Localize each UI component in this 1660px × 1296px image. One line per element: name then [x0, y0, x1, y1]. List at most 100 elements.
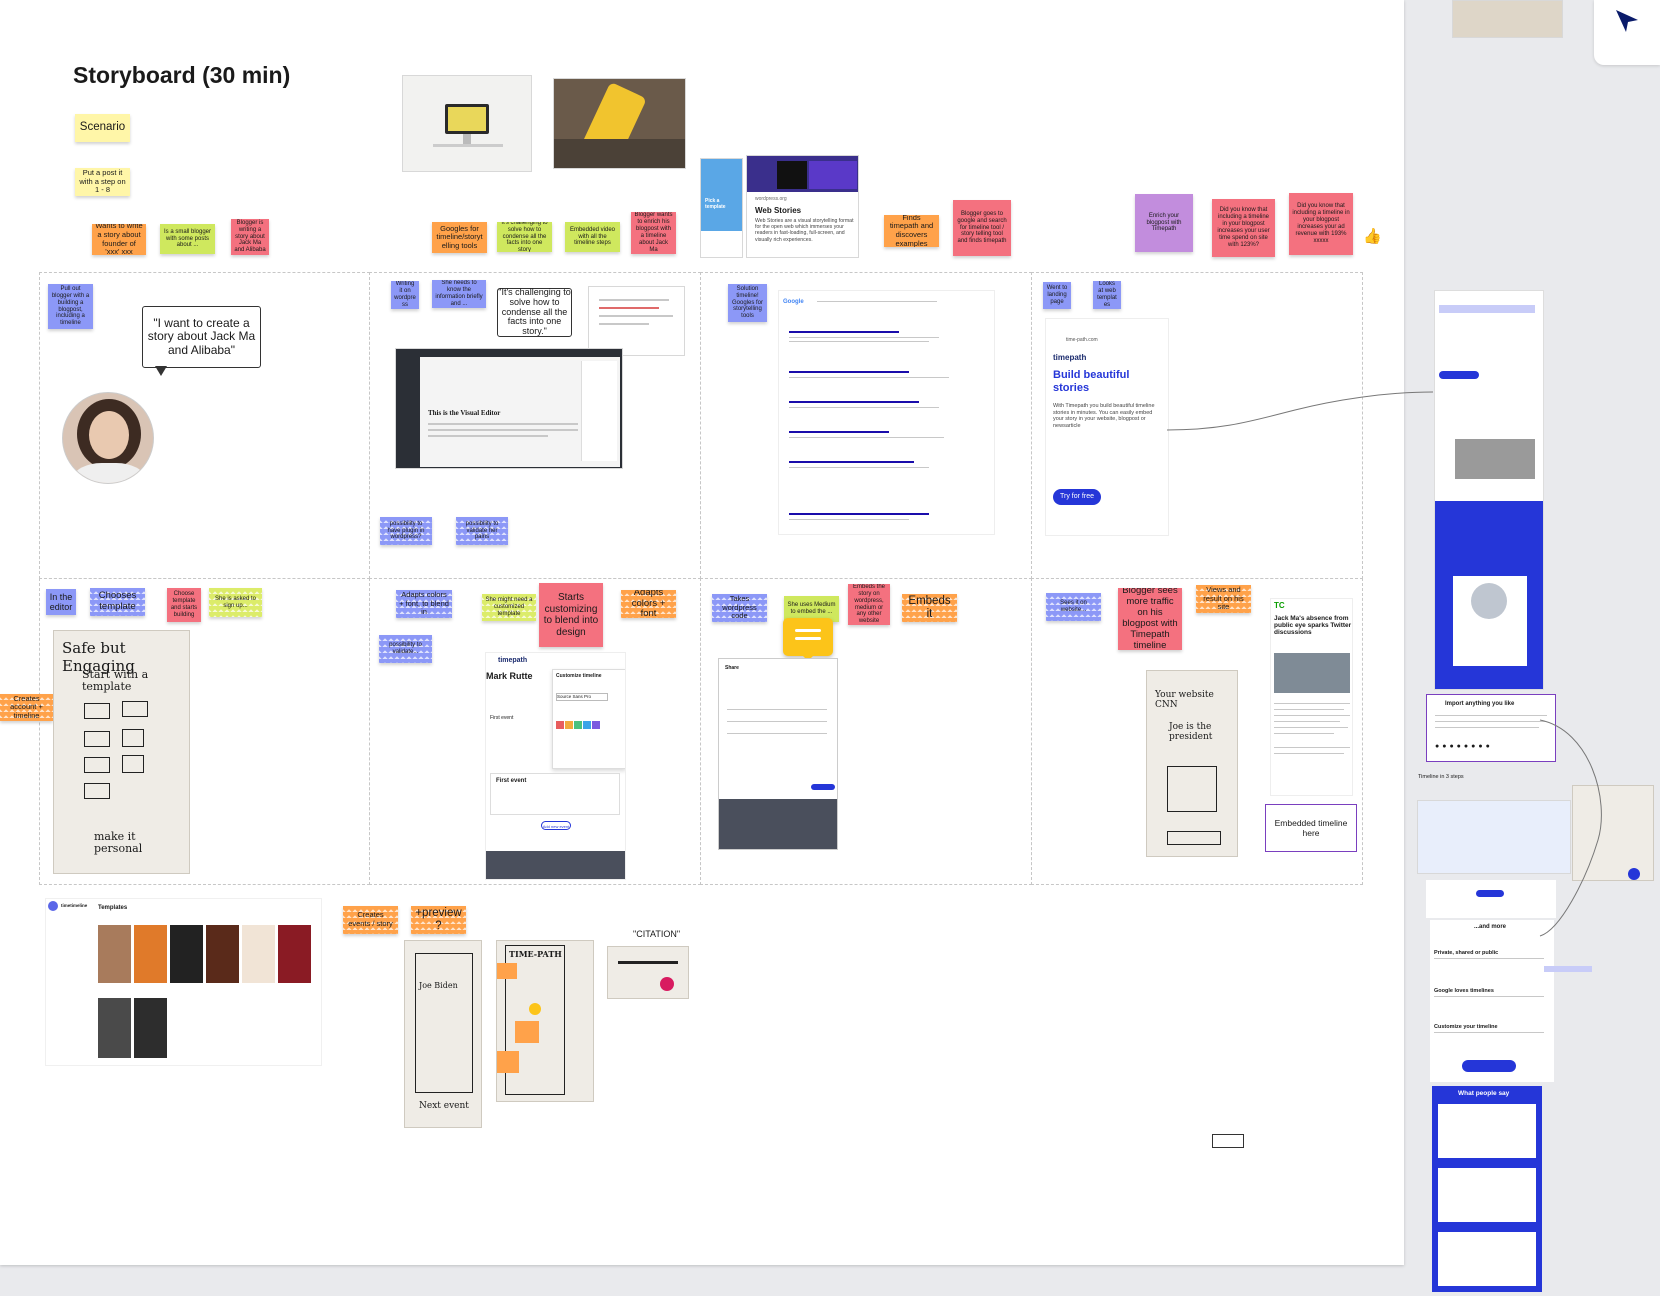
sticky-note[interactable]: She might need a customized template [482, 594, 536, 621]
sticky-note[interactable]: Pull out blogger with a building a blogp… [48, 284, 93, 329]
sticky-note[interactable]: Blogger is writing a story about Jack Ma… [231, 219, 269, 255]
sticky-note[interactable]: Adapts colors + font, to blend in [396, 590, 452, 618]
sticky-note[interactable]: It's challenging to solve how to condens… [497, 222, 552, 252]
sticky-scenario[interactable]: Scenario [75, 114, 130, 142]
sketch-website: Your website CNN Joe is the president [1146, 670, 1238, 857]
screenshot-wordpress-editor: This is the Visual Editor [395, 348, 623, 469]
sticky-note[interactable]: Views and result on his site [1196, 585, 1251, 613]
small-frame[interactable] [1212, 1134, 1244, 1148]
sticky-note[interactable]: Sees it on website... [1046, 593, 1101, 621]
sticky-note[interactable]: Did you know that including a timeline i… [1212, 199, 1275, 257]
sticky-note[interactable]: Adapts colors + font [621, 590, 676, 618]
web-stories-desc: Web Stories are a visual storytelling fo… [755, 218, 854, 243]
highlight-bar [1544, 966, 1592, 972]
sticky-note[interactable]: Googles for timeline/storytelling tools [432, 222, 487, 253]
sticky-note[interactable]: Creates account + timeline [0, 694, 53, 721]
sketch-citation [607, 946, 689, 999]
speech-bubble[interactable]: "I want to create a story about Jack Ma … [142, 306, 261, 368]
connector-line-right [1539, 719, 1602, 937]
sticky-note[interactable]: Finds timepath and discovers examples [884, 215, 939, 247]
sticky-note[interactable]: Creates events / story [343, 906, 398, 934]
editor-brand: timepath [498, 657, 528, 664]
sticky-note[interactable]: She needs to know the information briefl… [432, 280, 486, 308]
sticky-note[interactable]: Looks at web templates [1093, 281, 1121, 309]
landing-brand: timepath [1053, 353, 1087, 362]
feature-google: Google loves timelines [1434, 988, 1494, 994]
landing-body: With Timepath you build beautiful timeli… [1053, 403, 1155, 429]
screenshot-google-results: Google [778, 290, 995, 535]
embedded-timeline-placeholder[interactable]: Embedded timeline here [1265, 804, 1357, 852]
templates-label: Templates [98, 905, 128, 911]
feature-custom: Customize your timeline [1434, 1024, 1498, 1030]
editor-name: Mark Rutte [486, 671, 533, 681]
image-desk [402, 75, 532, 172]
comment-icon[interactable] [783, 618, 833, 661]
landing-url: time-path.com [1066, 337, 1098, 343]
sticky-note[interactable]: Takes wordpress code [712, 594, 767, 622]
screenshot-news-article: TC Jack Ma's absence from public eye spa… [1270, 598, 1353, 796]
pointer-cursor-icon[interactable] [1612, 6, 1642, 36]
sticky-note[interactable]: Embeds it [902, 594, 957, 622]
screenshot-timeline-editor: timepath Mark Rutte Customize timeline S… [485, 652, 626, 880]
editor-panel-title: Customize timeline [556, 673, 602, 679]
sketch-label: Your website CNN [1155, 690, 1214, 710]
sketch-label: Joe Biden [419, 981, 458, 990]
screenshot-doc [588, 286, 685, 356]
sticky-note[interactable]: possibility to have plugin in wordpress? [380, 517, 432, 545]
sketch-label: make it personal [94, 830, 143, 856]
sticky-note[interactable]: Went to landing page [1043, 282, 1071, 309]
screenshot-landing-page: time-path.com timepath Build beautiful s… [1045, 318, 1169, 536]
sticky-note[interactable]: Starts customizing to blend into design [539, 583, 603, 647]
cursor-mode-panel[interactable] [1594, 0, 1660, 65]
templates-brand: timetimeline [61, 903, 88, 908]
sticky-note[interactable]: possibility to validate her pains [456, 517, 508, 545]
add-event-button[interactable]: Add new event [541, 821, 571, 830]
sticky-note[interactable]: Blogger sees more traffic on his blogpos… [1118, 588, 1182, 650]
web-stories-phone: Pick a template [700, 158, 743, 258]
citation-label: "CITATION" [633, 929, 681, 939]
timeline-3-steps: Timeline in 3 steps [1418, 774, 1464, 780]
sticky-note[interactable]: Is a small blogger with some posts about… [160, 224, 215, 254]
sticky-note[interactable]: Blogger wants to enrich his blogpost wit… [631, 212, 676, 254]
sketch-template: Safe but Engaging Start with a template … [53, 630, 190, 874]
editor-event-title: First event [496, 778, 527, 784]
web-stories-title: Web Stories [755, 206, 802, 215]
sticky-note[interactable]: Solution timeline! Googles for storytell… [728, 284, 767, 322]
sticky-note[interactable]: Enrich your blogpost with Timepath [1135, 194, 1193, 252]
thumbs-up-icon[interactable]: 👍 [1363, 227, 1382, 245]
testimonials-block: What people say [1432, 1086, 1542, 1292]
testimonials-title: What people say [1458, 1090, 1510, 1097]
sticky-note[interactable]: Chooses template [90, 588, 145, 616]
speech-bubble-tail [155, 366, 167, 376]
sticky-note[interactable]: Blogger goes to google and search for ti… [953, 200, 1011, 256]
sticky-note[interactable]: Writing it on wordpress [391, 281, 419, 309]
sketch-label: Next event [419, 1101, 469, 1111]
image-phone [553, 78, 686, 169]
sketch-label: Joe is the president [1169, 722, 1213, 742]
avatar [62, 392, 154, 484]
editor-font-select[interactable]: Source Sans Pro [556, 693, 608, 701]
sticky-note[interactable]: Choose template and starts building [167, 588, 201, 622]
news-headline: Jack Ma's absence from public eye sparks… [1274, 615, 1352, 637]
sticky-put-post[interactable]: Put a post it with a step on 1 - 8 [75, 168, 130, 196]
sketch-timepath: TIME-PATH [496, 940, 594, 1102]
connector-line [1166, 391, 1434, 431]
sketch-event: Joe Biden Next event [404, 940, 482, 1128]
sticky-note[interactable]: Embeds the story on wordpress, medium or… [848, 584, 890, 625]
news-logo: TC [1274, 601, 1285, 610]
sticky-note[interactable]: Wants to write a story about founder of … [92, 224, 146, 255]
sticky-note[interactable]: She is asked to sign up... [209, 588, 262, 617]
sketch-label: TIME-PATH [509, 949, 562, 959]
screenshot-share-dialog: Share [718, 658, 838, 850]
landing-cta-button[interactable]: Try for free [1053, 489, 1101, 505]
editor-event-label: First event [490, 715, 514, 721]
social-icons: ●●●●●●●● [1435, 743, 1493, 750]
sticky-note[interactable]: +preview? [411, 906, 466, 934]
sticky-note[interactable]: possibility to validate... [379, 635, 432, 663]
web-stories-card[interactable]: wordpress.org Web Stories Web Stories ar… [746, 155, 859, 258]
sticky-note[interactable]: Did you know that including a timeline i… [1289, 193, 1353, 255]
sticky-note[interactable]: Embedded video with all the timeline ste… [565, 222, 620, 252]
speech-bubble[interactable]: "It's challenging to solve how to conden… [497, 287, 572, 337]
sticky-note[interactable]: In the editor [46, 589, 76, 615]
web-stories-source: wordpress.org [755, 196, 787, 202]
